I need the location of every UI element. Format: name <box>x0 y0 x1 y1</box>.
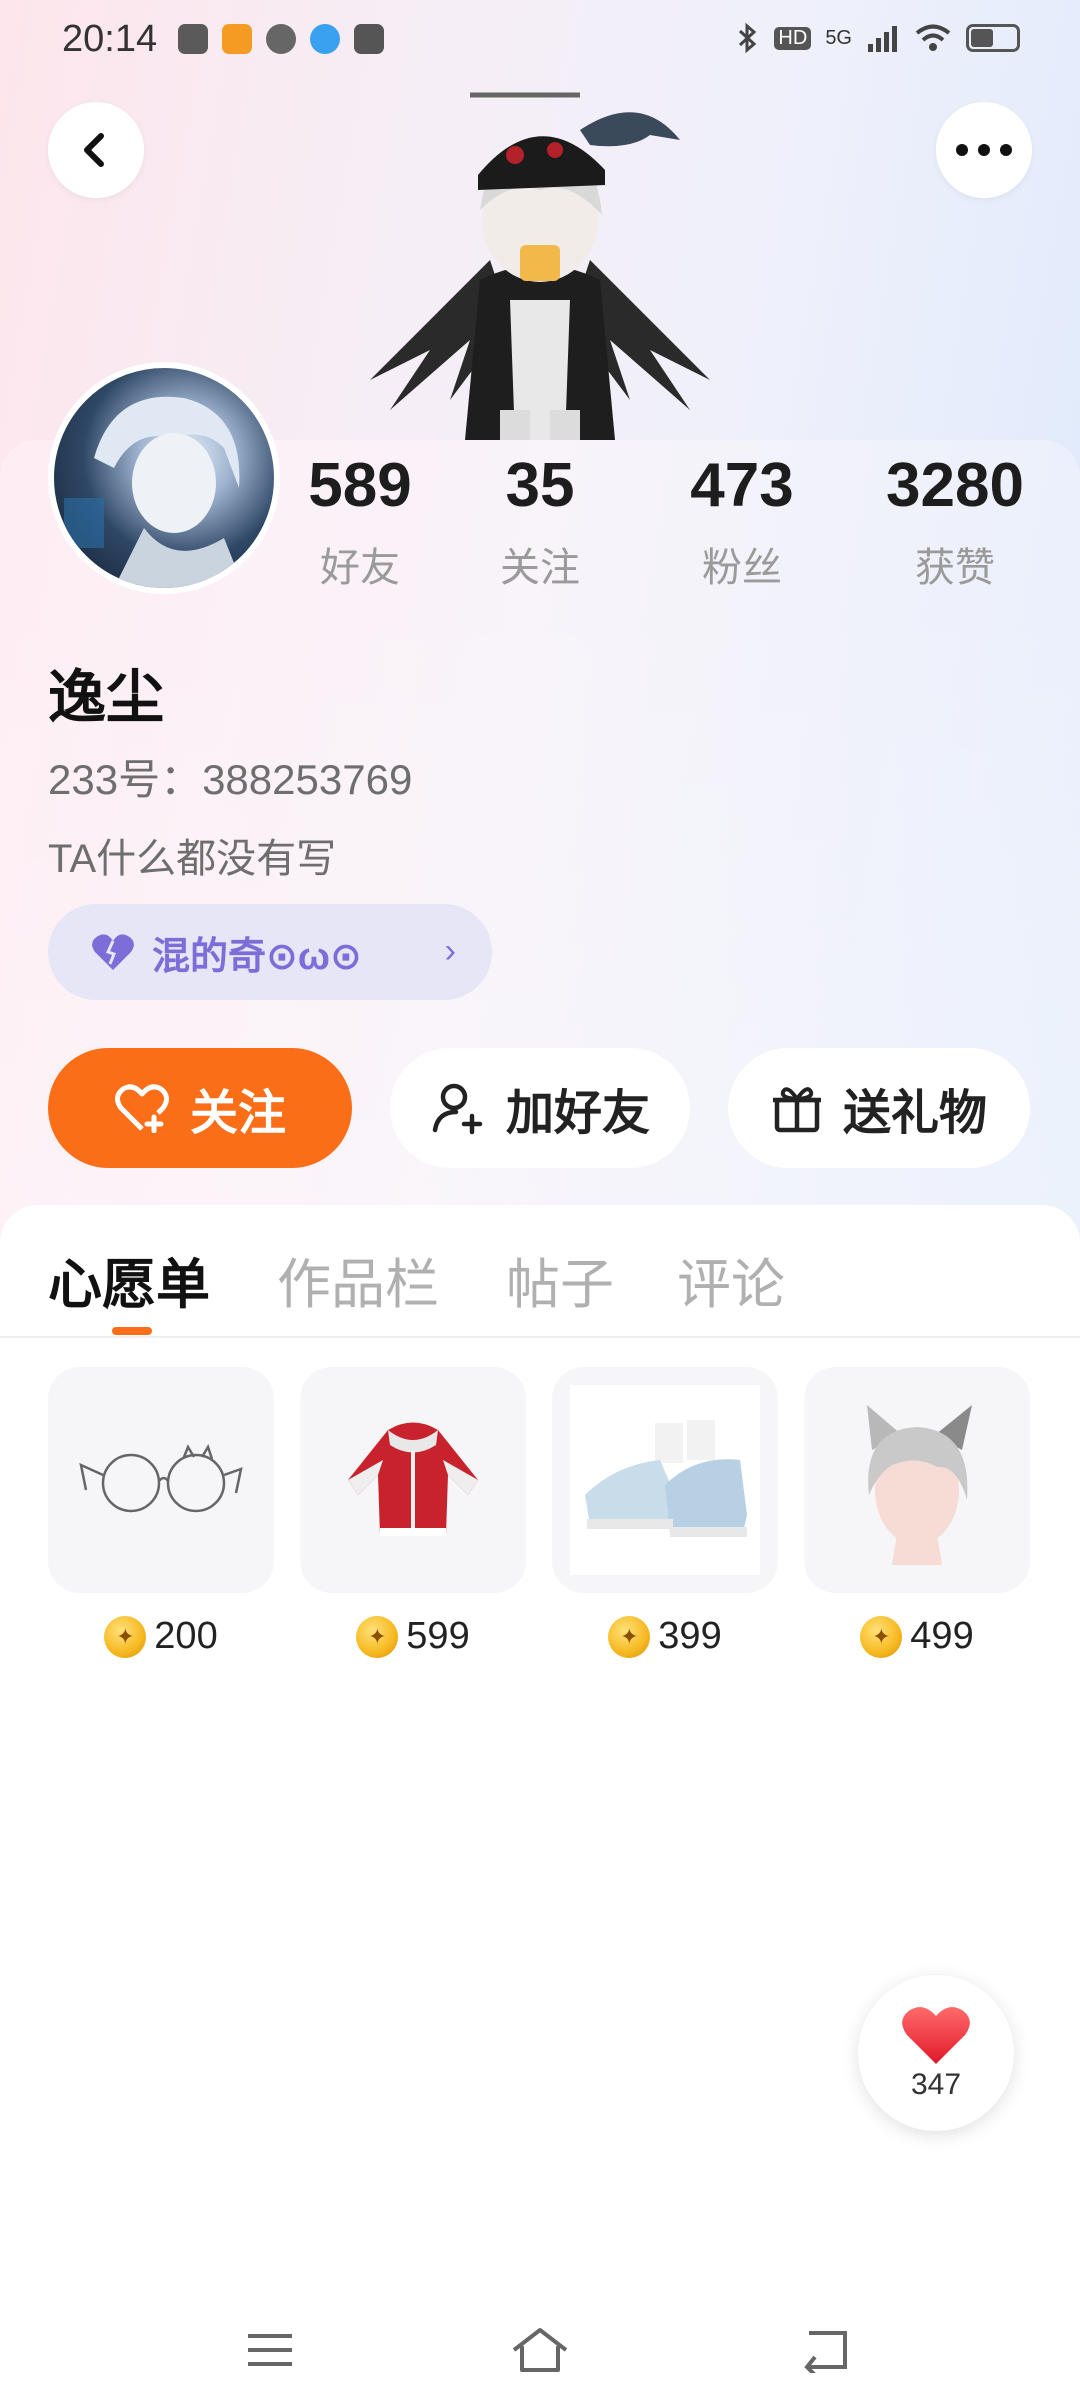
bluetooth-icon <box>739 22 757 54</box>
user-name: 逸尘 <box>48 665 165 730</box>
stat-likes-value: 3280 <box>886 451 1024 520</box>
avatar-character-figure <box>370 92 710 440</box>
wishlist-price-value: 399 <box>658 1615 722 1657</box>
tab-posts[interactable]: 帖子 <box>506 1240 614 1319</box>
send-gift-button-label: 送礼物 <box>842 1087 987 1140</box>
stat-fans[interactable]: 473 粉丝 <box>672 455 812 593</box>
glasses-image <box>79 1444 243 1513</box>
coin-icon: ✦ <box>860 1615 903 1658</box>
heart-icon <box>902 2007 970 2064</box>
coin-icon: ✦ <box>356 1615 399 1658</box>
wishlist-price: ✦ 499 <box>804 1615 1030 1658</box>
battery-icon <box>966 24 1020 52</box>
add-friend-button-label: 加好友 <box>505 1087 650 1140</box>
stat-fans-label: 粉丝 <box>702 546 782 590</box>
notification-app-icon <box>178 24 208 54</box>
wishlist-item[interactable]: ✦ 599 <box>300 1367 526 1658</box>
gift-icon <box>772 1087 821 1133</box>
status-app-icons <box>178 24 384 54</box>
wishlist-price-value: 499 <box>910 1615 974 1657</box>
guild-tag-label: 混的奇⊙ω⊙ <box>152 935 362 978</box>
more-button[interactable] <box>936 102 1032 198</box>
wishlist-price: ✦ 200 <box>48 1615 274 1658</box>
wishlist-price-value: 200 <box>154 1615 218 1657</box>
back-arrow-icon <box>804 2331 847 2373</box>
chevron-left-icon <box>84 133 104 167</box>
wishlist-item[interactable]: ✦ 399 <box>552 1367 778 1658</box>
active-tab-indicator <box>112 1327 152 1335</box>
coin-icon: ✦ <box>608 1615 651 1658</box>
user-bio: TA什么都没有写 <box>48 837 337 881</box>
stat-following[interactable]: 35 关注 <box>480 455 600 593</box>
tab-works[interactable]: 作品栏 <box>277 1240 439 1319</box>
home-icon <box>512 2328 568 2372</box>
like-button[interactable]: 347 <box>858 1975 1014 2131</box>
like-count: 347 <box>910 2068 962 2101</box>
stat-friends[interactable]: 589 好友 <box>300 455 420 593</box>
wifi-icon <box>915 24 951 51</box>
signal-icon <box>868 26 897 52</box>
heart-plus-icon <box>114 1084 169 1133</box>
add-friend-button[interactable]: 加好友 <box>390 1048 690 1168</box>
nav-menu-button[interactable] <box>235 2320 305 2380</box>
stat-following-value: 35 <box>505 451 575 520</box>
coin-icon: ✦ <box>104 1615 147 1658</box>
status-indicators: HD 5G <box>736 22 1020 54</box>
profile-tabs: 心愿单 作品栏 帖子 评论 <box>0 1240 1080 1340</box>
guild-tag-chip[interactable]: 混的奇⊙ω⊙ › <box>48 904 492 1000</box>
tab-divider <box>0 1336 1080 1338</box>
user-id: 233号：388253769 <box>48 756 413 803</box>
add-user-icon <box>432 1083 483 1135</box>
red-jacket-image <box>348 1422 478 1536</box>
sneakers-image <box>585 1420 747 1537</box>
tab-wishlist[interactable]: 心愿单 <box>48 1240 210 1319</box>
chevron-right-icon: › <box>444 932 456 970</box>
wishlist-item[interactable]: ✦ 200 <box>48 1367 274 1658</box>
wishlist-price: ✦ 399 <box>552 1615 778 1658</box>
network-type: 5G <box>825 26 852 49</box>
notification-app-icon <box>222 24 252 54</box>
follow-button-label: 关注 <box>189 1087 286 1140</box>
wishlist-item-image <box>552 1367 778 1593</box>
send-gift-button[interactable]: 送礼物 <box>728 1048 1030 1168</box>
cat-ear-hair-image <box>867 1405 972 1565</box>
wishlist-item-image <box>300 1367 526 1593</box>
tab-comments[interactable]: 评论 <box>677 1240 785 1319</box>
notification-app-icon <box>266 24 296 54</box>
wishlist-price-value: 599 <box>406 1615 470 1657</box>
wishlist-item[interactable]: ✦ 499 <box>804 1367 1030 1658</box>
stat-likes-label: 获赞 <box>915 546 995 590</box>
hd-badge: HD <box>774 26 812 50</box>
nav-home-button[interactable] <box>505 2320 575 2380</box>
system-nav-bar <box>0 2300 1080 2408</box>
status-time: 20:14 <box>62 18 158 60</box>
more-dots-icon <box>956 144 1012 156</box>
wishlist-item-image <box>804 1367 1030 1593</box>
menu-icon <box>248 2334 292 2366</box>
nav-back-button[interactable] <box>790 2320 860 2380</box>
status-bar: 20:14 HD 5G <box>0 0 1080 84</box>
notification-app-icon <box>310 24 340 54</box>
stat-fans-value: 473 <box>690 451 794 520</box>
stat-friends-label: 好友 <box>320 546 400 590</box>
back-button[interactable] <box>48 102 144 198</box>
follow-button[interactable]: 关注 <box>48 1048 352 1168</box>
notification-app-icon <box>354 24 384 54</box>
stat-likes[interactable]: 3280 获赞 <box>870 455 1040 593</box>
stat-friends-value: 589 <box>308 451 412 520</box>
wishlist-item-image <box>48 1367 274 1593</box>
stat-following-label: 关注 <box>500 546 580 590</box>
profile-stats: 589 好友 35 关注 473 粉丝 3280 获赞 <box>0 455 1080 595</box>
heart-icon <box>92 934 134 970</box>
wishlist-price: ✦ 599 <box>300 1615 526 1658</box>
